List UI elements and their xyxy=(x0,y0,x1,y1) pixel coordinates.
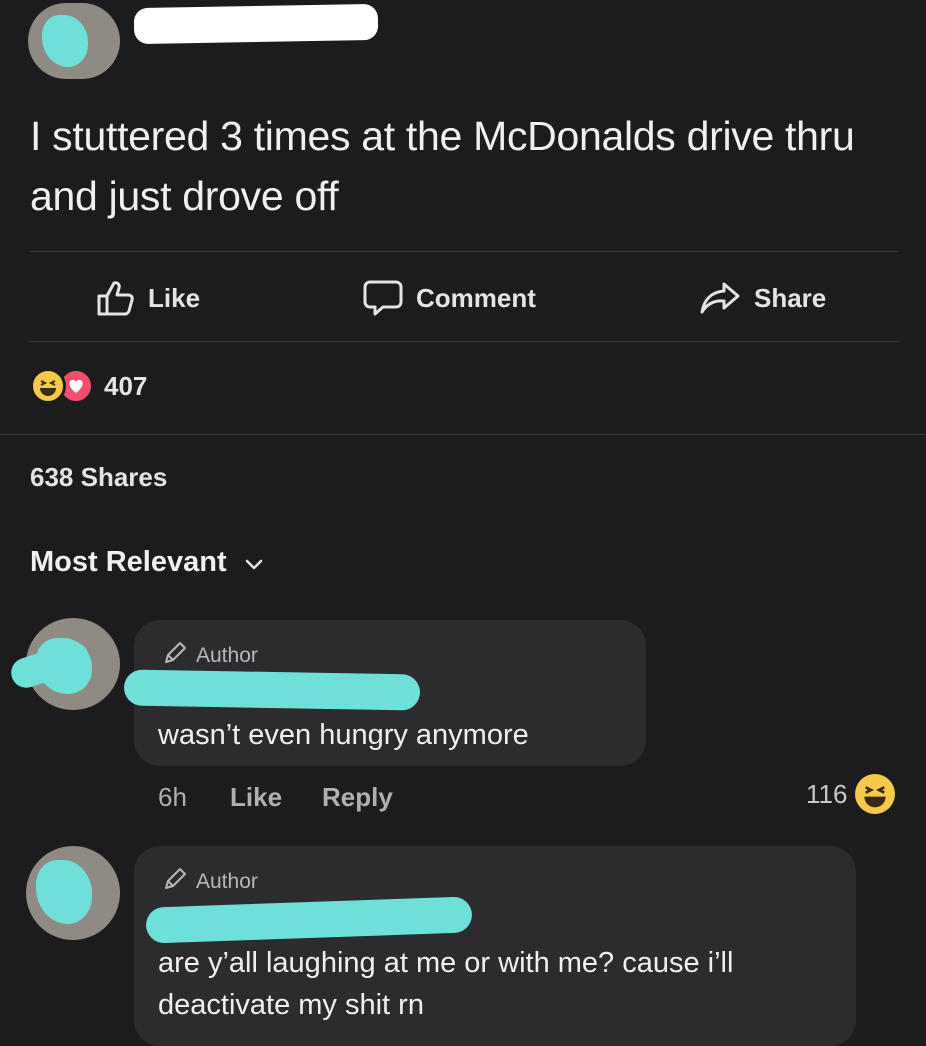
like-button[interactable]: Like xyxy=(96,276,200,320)
comment-bubble[interactable]: Author are y’all laughing at me or with … xyxy=(134,846,856,1046)
post-author-name-redacted[interactable] xyxy=(133,3,379,45)
comment-sort-dropdown[interactable]: Most Relevant xyxy=(30,546,263,579)
haha-icon xyxy=(30,368,66,404)
comment-like-button[interactable]: Like xyxy=(230,782,282,813)
share-arrow-icon xyxy=(698,280,742,316)
reaction-count: 407 xyxy=(104,370,148,401)
shares-count[interactable]: 638 Shares xyxy=(30,462,167,493)
comment-bubble[interactable]: Author wasn’t even hungry anymore xyxy=(123,620,646,766)
commenter-name-redacted[interactable] xyxy=(145,896,473,944)
haha-icon xyxy=(855,774,896,814)
comment-text: wasn’t even hungry anymore xyxy=(158,719,529,751)
author-badge: Author xyxy=(162,866,258,898)
divider-top xyxy=(30,251,898,252)
author-badge-label: Author xyxy=(196,644,258,667)
post-body-text: I stuttered 3 times at the McDonalds dri… xyxy=(30,113,855,219)
share-button[interactable]: Share xyxy=(698,276,826,320)
pencil-icon xyxy=(162,640,188,672)
divider-reactions xyxy=(0,434,926,435)
comment-text: are y’all laughing at me or with me? cau… xyxy=(158,947,734,1021)
avatar-redaction xyxy=(36,860,92,924)
comment-bubble-icon xyxy=(362,278,404,318)
reaction-summary[interactable]: 407 xyxy=(30,368,147,404)
comment-reaction-summary[interactable]: 116 xyxy=(806,774,896,814)
comment-avatar[interactable] xyxy=(26,846,120,940)
comment-button[interactable]: Comment xyxy=(362,276,536,320)
avatar-redaction xyxy=(42,15,88,67)
author-badge: Author xyxy=(162,640,258,672)
comment-reply-button[interactable]: Reply xyxy=(322,782,393,813)
author-badge-label: Author xyxy=(196,870,258,893)
comment-button-label: Comment xyxy=(416,282,536,313)
commenter-name-redacted[interactable] xyxy=(123,669,421,711)
sort-label: Most Relevant xyxy=(30,546,227,578)
thumbs-up-icon xyxy=(96,279,136,317)
divider-actions xyxy=(30,341,898,342)
pencil-icon xyxy=(162,866,188,898)
post-author-avatar[interactable] xyxy=(28,3,120,79)
chevron-down-icon xyxy=(245,546,263,579)
like-button-label: Like xyxy=(148,282,201,313)
share-button-label: Share xyxy=(754,282,827,313)
comment-reaction-count: 116 xyxy=(806,778,848,809)
comment-time: 6h xyxy=(158,782,187,812)
